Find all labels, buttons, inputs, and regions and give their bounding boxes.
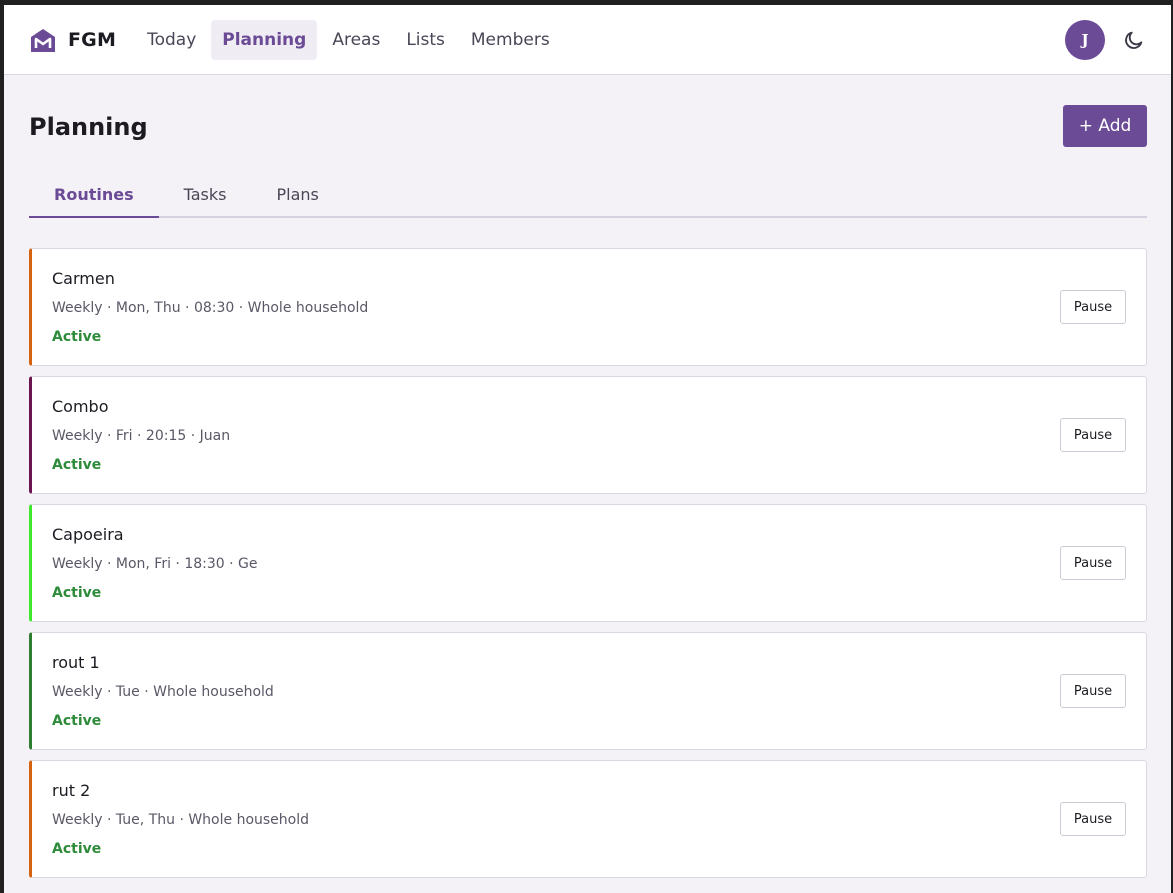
top-navigation-bar: FGM Today Planning Areas Lists Members J [4,5,1171,75]
nav-planning[interactable]: Planning [211,19,318,60]
routine-status: Active [52,457,102,473]
house-m-logo-icon [31,28,55,52]
page-header: Planning + Add [29,75,1147,175]
routine-card[interactable]: rout 1 Weekly · Tue · Whole household Ac… [29,632,1147,750]
app-window: FGM Today Planning Areas Lists Members J… [0,0,1173,893]
tab-plans[interactable]: Plans [251,175,343,216]
nav-lists[interactable]: Lists [395,20,456,60]
nav-members[interactable]: Members [460,20,561,60]
brand[interactable]: FGM [30,27,116,53]
routine-status: Active [52,329,102,345]
pause-button[interactable]: Pause [1060,674,1126,708]
app-name: FGM [68,28,117,51]
main-content: Planning + Add Routines Tasks Plans Carm… [4,75,1171,878]
routine-card[interactable]: rut 2 Weekly · Tue, Thu · Whole househol… [29,760,1147,878]
routine-status: Active [52,841,102,857]
routine-title: Carmen [52,269,115,288]
routine-title: Capoeira [52,525,124,544]
routine-card[interactable]: Capoeira Weekly · Mon, Fri · 18:30 · Ge … [29,504,1147,622]
routine-status: Active [52,713,102,729]
routine-schedule: Weekly · Mon, Thu · 08:30 · Whole househ… [52,300,369,316]
page-title: Planning [29,113,148,141]
theme-toggle-button[interactable] [1121,27,1147,53]
pause-button[interactable]: Pause [1060,802,1126,836]
nav-today[interactable]: Today [136,20,207,60]
pause-button[interactable]: Pause [1060,546,1126,580]
routine-title: rout 1 [52,653,100,672]
tab-tasks[interactable]: Tasks [159,175,252,216]
routine-title: rut 2 [52,781,91,800]
pause-button[interactable]: Pause [1060,290,1126,324]
routine-schedule: Weekly · Tue · Whole household [52,684,274,700]
planning-tabs: Routines Tasks Plans [29,175,1147,218]
routine-status: Active [52,585,102,601]
routine-card[interactable]: Carmen Weekly · Mon, Thu · 08:30 · Whole… [29,248,1147,366]
pause-button[interactable]: Pause [1060,418,1126,452]
routine-list: Carmen Weekly · Mon, Thu · 08:30 · Whole… [29,248,1147,878]
routine-schedule: Weekly · Fri · 20:15 · Juan [52,428,231,444]
routine-schedule: Weekly · Tue, Thu · Whole household [52,812,310,828]
main-nav: Today Planning Areas Lists Members [136,19,565,60]
routine-schedule: Weekly · Mon, Fri · 18:30 · Ge [52,556,258,572]
routine-title: Combo [52,397,109,416]
topbar-actions: J [1065,20,1147,60]
nav-areas[interactable]: Areas [321,20,391,60]
tab-routines[interactable]: Routines [29,175,159,218]
moon-icon [1125,31,1143,49]
add-button[interactable]: + Add [1063,105,1147,147]
user-avatar[interactable]: J [1065,20,1105,60]
routine-card[interactable]: Combo Weekly · Fri · 20:15 · Juan Active… [29,376,1147,494]
